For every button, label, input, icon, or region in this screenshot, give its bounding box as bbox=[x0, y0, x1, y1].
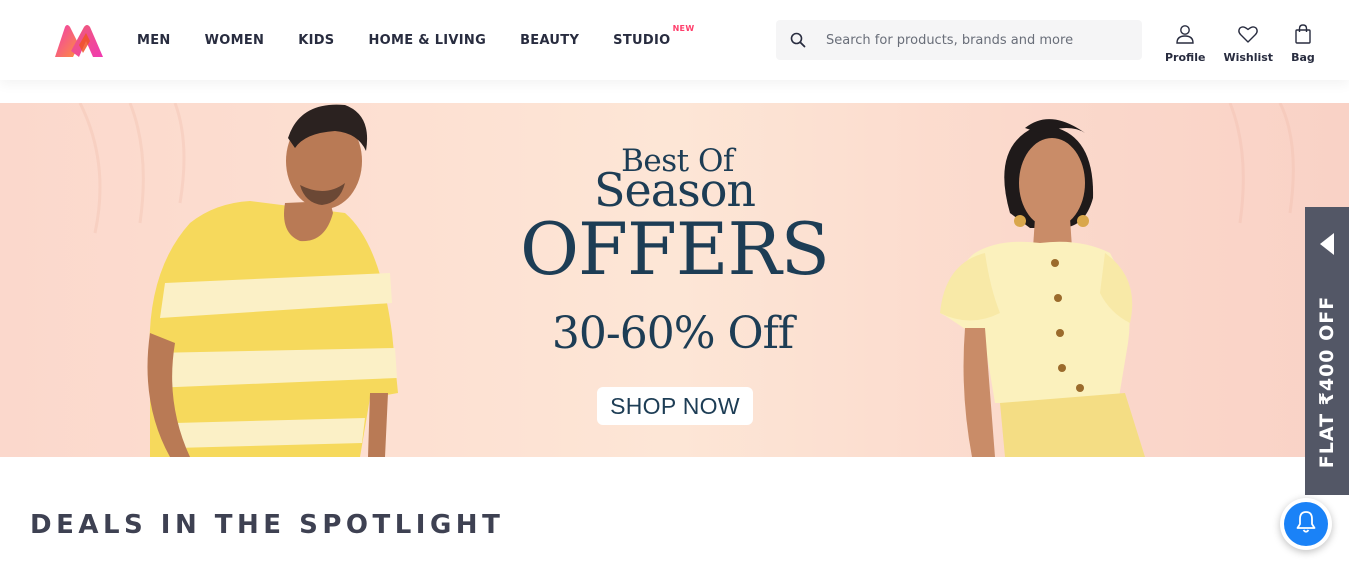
search-icon[interactable] bbox=[790, 32, 806, 48]
person-icon bbox=[1174, 24, 1196, 48]
banner-line-offers: OFFERS bbox=[519, 207, 830, 291]
nav-kids[interactable]: KIDS bbox=[298, 33, 334, 48]
nav-home-living[interactable]: HOME & LIVING bbox=[368, 33, 486, 48]
bell-icon bbox=[1295, 510, 1317, 538]
profile-button[interactable]: Profile bbox=[1165, 24, 1205, 64]
bag-button[interactable]: Bag bbox=[1291, 24, 1315, 64]
nav-women[interactable]: WOMEN bbox=[205, 33, 265, 48]
heart-icon bbox=[1237, 24, 1259, 48]
myntra-logo[interactable] bbox=[53, 23, 105, 59]
section-title: DEALS IN THE SPOTLIGHT bbox=[30, 510, 505, 540]
search-input[interactable] bbox=[826, 32, 1126, 48]
nav-studio-label: STUDIO bbox=[613, 32, 671, 48]
header-actions: Profile Wishlist Bag bbox=[1165, 24, 1333, 64]
hero-banner[interactable]: Best Of Season OFFERS 30-60% Off SHOP NO… bbox=[0, 103, 1349, 457]
bag-label: Bag bbox=[1291, 51, 1315, 64]
notification-button[interactable] bbox=[1280, 498, 1332, 550]
nav-men[interactable]: MEN bbox=[137, 33, 171, 48]
search-bar[interactable] bbox=[776, 20, 1142, 60]
flat-offer-label: FLAT ₹400 OFF bbox=[1316, 295, 1338, 469]
banner-discount: 30-60% Off bbox=[551, 308, 794, 359]
shop-now-button[interactable]: SHOP NOW bbox=[597, 387, 753, 425]
wishlist-label: Wishlist bbox=[1223, 51, 1274, 64]
nav-beauty[interactable]: BEAUTY bbox=[520, 33, 579, 48]
wishlist-button[interactable]: Wishlist bbox=[1223, 24, 1273, 64]
arrow-left-icon[interactable] bbox=[1320, 233, 1334, 255]
bell-icon-wrapper bbox=[1284, 502, 1328, 546]
bag-icon bbox=[1292, 24, 1314, 48]
main-nav: MEN WOMEN KIDS HOME & LIVING BEAUTY STUD… bbox=[137, 0, 704, 80]
profile-label: Profile bbox=[1165, 51, 1206, 64]
nav-studio[interactable]: STUDIO NEW bbox=[613, 24, 694, 48]
header: MEN WOMEN KIDS HOME & LIVING BEAUTY STUD… bbox=[0, 0, 1349, 80]
new-badge: NEW bbox=[672, 23, 695, 33]
flat-offer-tab[interactable]: FLAT ₹400 OFF bbox=[1305, 207, 1349, 495]
